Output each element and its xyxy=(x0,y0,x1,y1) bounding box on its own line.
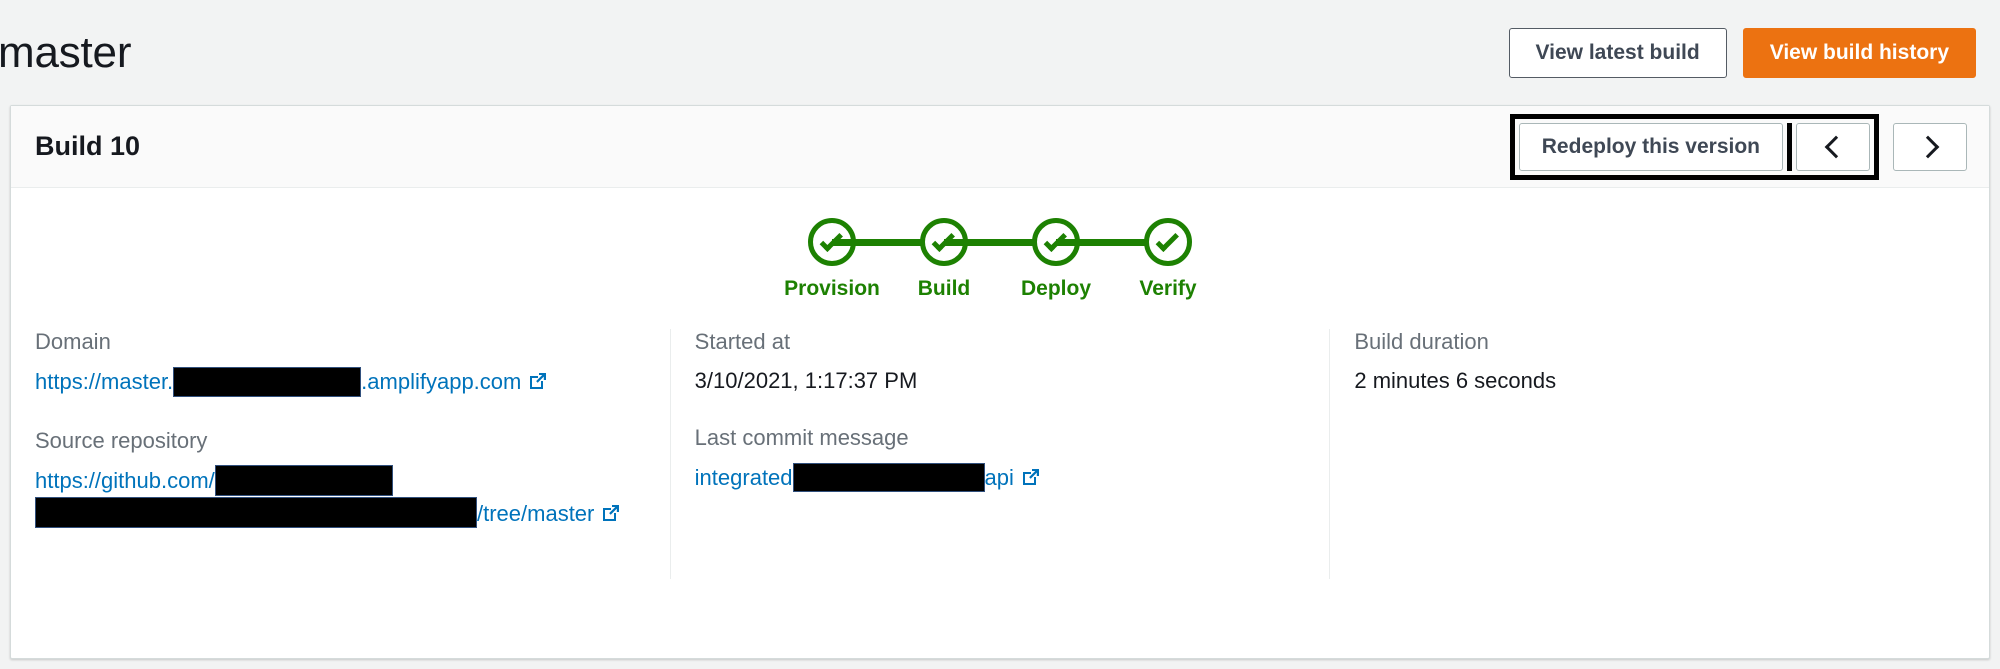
commit-message-suffix: api xyxy=(984,465,1014,491)
checkmark-icon xyxy=(819,228,843,252)
pipeline-stage-label: Verify xyxy=(1139,277,1197,300)
domain-link[interactable]: https://master. .amplifyapp.com xyxy=(35,366,548,397)
last-commit-message-link[interactable]: integrated api xyxy=(694,463,1041,493)
external-link-icon xyxy=(601,503,621,523)
last-commit-message-field: Last commit message integrated api xyxy=(695,425,1304,494)
source-repository-label: Source repository xyxy=(35,427,208,453)
build-number-title: Build 10 xyxy=(35,131,141,161)
checkmark-icon xyxy=(1043,228,1067,252)
source-repository-value: https://github.com/ /tree/master xyxy=(35,464,644,530)
source-repository-link[interactable]: https://github.com/ /tree/master xyxy=(35,464,621,529)
next-build-button[interactable] xyxy=(1893,122,1967,171)
build-duration-label: Build duration xyxy=(1354,329,1489,354)
redacted-repo-name-block xyxy=(35,497,477,529)
chevron-left-icon xyxy=(1824,135,1847,158)
redacted-repo-owner-block xyxy=(214,464,393,496)
previous-build-button[interactable] xyxy=(1796,122,1870,171)
build-duration-field: Build duration 2 minutes 6 seconds xyxy=(1354,329,1963,396)
repo-link-suffix: /tree/master xyxy=(477,500,595,526)
external-link-icon xyxy=(1021,467,1041,487)
checkmark-icon xyxy=(931,228,955,252)
pipeline-stage-label: Provision xyxy=(784,277,880,300)
domain-link-suffix: .amplifyapp.com xyxy=(361,369,522,395)
amplify-branch-page: master View latest build View build hist… xyxy=(0,0,2000,669)
card-header: Build 10 Redeploy this version xyxy=(11,106,1989,188)
pipeline-stage-label: Build xyxy=(917,277,971,300)
redacted-domain-block xyxy=(173,366,362,397)
page-header: master View latest build View build hist… xyxy=(0,0,2000,105)
header-actions: View latest build View build history xyxy=(1508,27,1976,78)
build-duration-value: 2 minutes 6 seconds xyxy=(1354,368,1557,394)
external-link-icon xyxy=(528,371,548,391)
pipeline-stage-label: Deploy xyxy=(1021,277,1092,300)
domain-value: https://master. .amplifyapp.com xyxy=(35,366,644,398)
build-pipeline: Provision Build Deploy Verify xyxy=(11,188,1989,311)
domain-link-prefix: https://master. xyxy=(35,369,174,395)
last-commit-message-value: integrated api xyxy=(695,462,1304,494)
check-circle-icon xyxy=(1144,218,1192,266)
highlight-annotation-box: Redeploy this version xyxy=(1509,113,1879,180)
started-at-value: 3/10/2021, 1:17:37 PM xyxy=(694,368,918,394)
domain-field: Domain https://master. .amplifyapp.com xyxy=(35,329,644,399)
domain-label: Domain xyxy=(35,329,111,354)
build-detail-card: Build 10 Redeploy this version Provision… xyxy=(10,105,1990,659)
redacted-commit-block xyxy=(792,463,985,493)
source-repository-field: Source repository https://github.com/ /tr… xyxy=(35,428,644,531)
view-build-history-button[interactable]: View build history xyxy=(1742,27,1976,78)
details-column-right: Build duration 2 minutes 6 seconds xyxy=(1329,329,1989,579)
pipeline-stages: Provision Build Deploy Verify xyxy=(784,218,1197,301)
details-column-middle: Started at 3/10/2021, 1:17:37 PM Last co… xyxy=(669,329,1330,579)
repo-link-prefix: https://github.com/ xyxy=(35,467,215,493)
started-at-label: Started at xyxy=(694,329,791,354)
view-latest-build-button[interactable]: View latest build xyxy=(1508,27,1727,78)
card-header-actions: Redeploy this version xyxy=(1509,113,1967,180)
checkmark-icon xyxy=(1155,228,1179,252)
page-title: master xyxy=(0,27,132,77)
annotation-cell-redeploy: Redeploy this version xyxy=(1518,122,1787,171)
redeploy-this-version-button[interactable]: Redeploy this version xyxy=(1518,122,1783,171)
annotation-cell-previous xyxy=(1787,122,1870,171)
chevron-right-icon xyxy=(1916,135,1939,158)
build-details-grid: Domain https://master. .amplifyapp.com So… xyxy=(11,311,1989,579)
details-column-left: Domain https://master. .amplifyapp.com So… xyxy=(11,329,670,579)
commit-message-prefix: integrated xyxy=(694,465,793,491)
last-commit-message-label: Last commit message xyxy=(694,425,909,451)
build-nav-buttons xyxy=(1893,122,1967,171)
started-at-field: Started at 3/10/2021, 1:17:37 PM xyxy=(695,329,1304,396)
